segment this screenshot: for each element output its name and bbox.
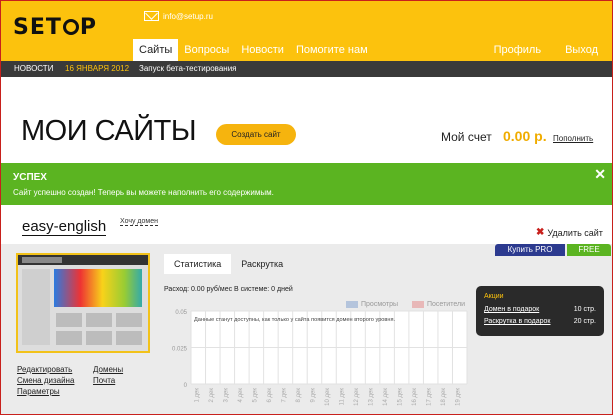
buy-pro-button[interactable]: Купить PRO (495, 244, 565, 256)
news-label: НОВОСТИ (14, 64, 54, 73)
user-nav: Профиль Выход (494, 39, 598, 61)
nav-item-profile[interactable]: Профиль (494, 39, 542, 61)
delete-icon: ✖ (536, 227, 545, 238)
news-bar: НОВОСТИ 16 ЯНВАРЯ 2012 Запуск бета-тести… (1, 61, 612, 77)
y-tick-label: 0 (184, 383, 188, 389)
x-tick-label: 6 дек (267, 388, 273, 403)
nav-item-news[interactable]: Новости (235, 39, 290, 61)
promo-row[interactable]: Раскрутка в подарок 20 стр. (484, 318, 596, 325)
promo-label[interactable]: Раскрутка в подарок (484, 318, 551, 325)
y-tick-label: 0.05 (175, 310, 187, 316)
notice-message: Сайт успешно создан! Теперь вы можете на… (13, 188, 274, 197)
x-tick-label: 15 дек (398, 388, 404, 406)
news-date: 16 ЯНВАРЯ 2012 (65, 64, 130, 73)
logo[interactable]: SET P (13, 15, 97, 40)
tab-promotion[interactable]: Раскрутка (231, 254, 293, 274)
parameters-link[interactable]: Параметры (17, 387, 60, 396)
x-tick-label: 11 дек (340, 388, 346, 406)
x-tick-label: 17 дек (427, 388, 433, 406)
expense-line: Расход: 0.00 руб/мес В системе: 0 дней (164, 286, 293, 293)
promo-box: Акции Домен в подарок 10 стр. Раскрутка в… (476, 286, 604, 336)
promo-value: 20 стр. (573, 318, 596, 325)
site-thumbnail[interactable] (16, 253, 150, 353)
stats-chart: 0.05 0.025 0 1 дек 2 дек 3 дек 4 дек 5 дек 6 дек… (172, 310, 468, 406)
y-tick-label: 0.025 (172, 347, 188, 353)
create-site-button[interactable]: Создать сайт (216, 124, 296, 145)
site-tabs: Статистика Раскрутка (164, 254, 293, 274)
edit-link[interactable]: Редактировать (17, 365, 72, 374)
change-design-link[interactable]: Смена дизайна (17, 376, 74, 385)
domains-link[interactable]: Домены (93, 365, 123, 374)
nav-item-sites[interactable]: Сайты (133, 39, 179, 61)
x-tick-label: 14 дек (383, 388, 389, 406)
close-icon[interactable]: ✕ (594, 166, 606, 183)
x-tick-label: 7 дек (281, 388, 287, 403)
account-label: Мой счет (441, 130, 492, 144)
want-domain-link[interactable]: Хочу домен (120, 218, 158, 226)
chart-notice: Данные станут доступны, как только у сай… (194, 316, 396, 323)
nav-item-questions[interactable]: Вопросы (178, 39, 235, 61)
page-frame: SET P info@setup.ru Сайты Вопросы Новости… (0, 0, 613, 415)
news-text[interactable]: Запуск бета-тестирования (139, 61, 237, 77)
site-name[interactable]: easy-english (22, 219, 107, 236)
promo-heading: Акции (484, 293, 504, 300)
success-notice: УСПЕХ Сайт успешно создан! Теперь вы мож… (1, 163, 612, 205)
nav-item-help-us[interactable]: Помогите нам (290, 39, 374, 61)
topup-link[interactable]: Пополнить (553, 134, 593, 143)
x-tick-label: 10 дек (325, 388, 331, 406)
promo-label[interactable]: Домен в подарок (484, 306, 539, 313)
notice-heading: УСПЕХ (13, 172, 47, 183)
nav-item-logout[interactable]: Выход (565, 39, 598, 61)
top-bar: SET P info@setup.ru Сайты Вопросы Новости… (1, 1, 612, 61)
x-tick-label: 9 дек (310, 388, 316, 403)
envelope-icon (144, 11, 159, 21)
x-tick-label: 4 дек (238, 388, 244, 403)
account-balance: 0.00 р. (503, 128, 547, 144)
promo-value: 10 стр. (573, 306, 596, 313)
email-text: info@setup.ru (163, 11, 213, 21)
x-tick-label: 3 дек (223, 388, 229, 403)
free-plan-badge: FREE (567, 244, 611, 256)
contact-email[interactable]: info@setup.ru (144, 11, 213, 21)
x-tick-label: 2 дек (209, 388, 215, 403)
x-tick-label: 18 дек (441, 388, 447, 406)
x-tick-label: 8 дек (296, 388, 302, 403)
x-tick-label: 12 дек (354, 388, 360, 406)
tab-statistics[interactable]: Статистика (164, 254, 232, 274)
mail-link[interactable]: Почта (93, 376, 115, 385)
x-tick-label: 5 дек (252, 388, 258, 403)
x-tick-label: 13 дек (369, 388, 375, 406)
delete-site-button[interactable]: ✖ Удалить сайт (536, 227, 603, 238)
x-tick-label: 16 дек (412, 388, 418, 406)
main-nav: Сайты Вопросы Новости Помогите нам (133, 39, 374, 61)
x-tick-label: 19 дек (456, 388, 462, 406)
delete-site-label: Удалить сайт (547, 227, 603, 238)
page-title: МОИ САЙТЫ (21, 115, 197, 147)
x-tick-label: 1 дек (194, 388, 200, 403)
promo-row[interactable]: Домен в подарок 10 стр. (484, 306, 596, 313)
